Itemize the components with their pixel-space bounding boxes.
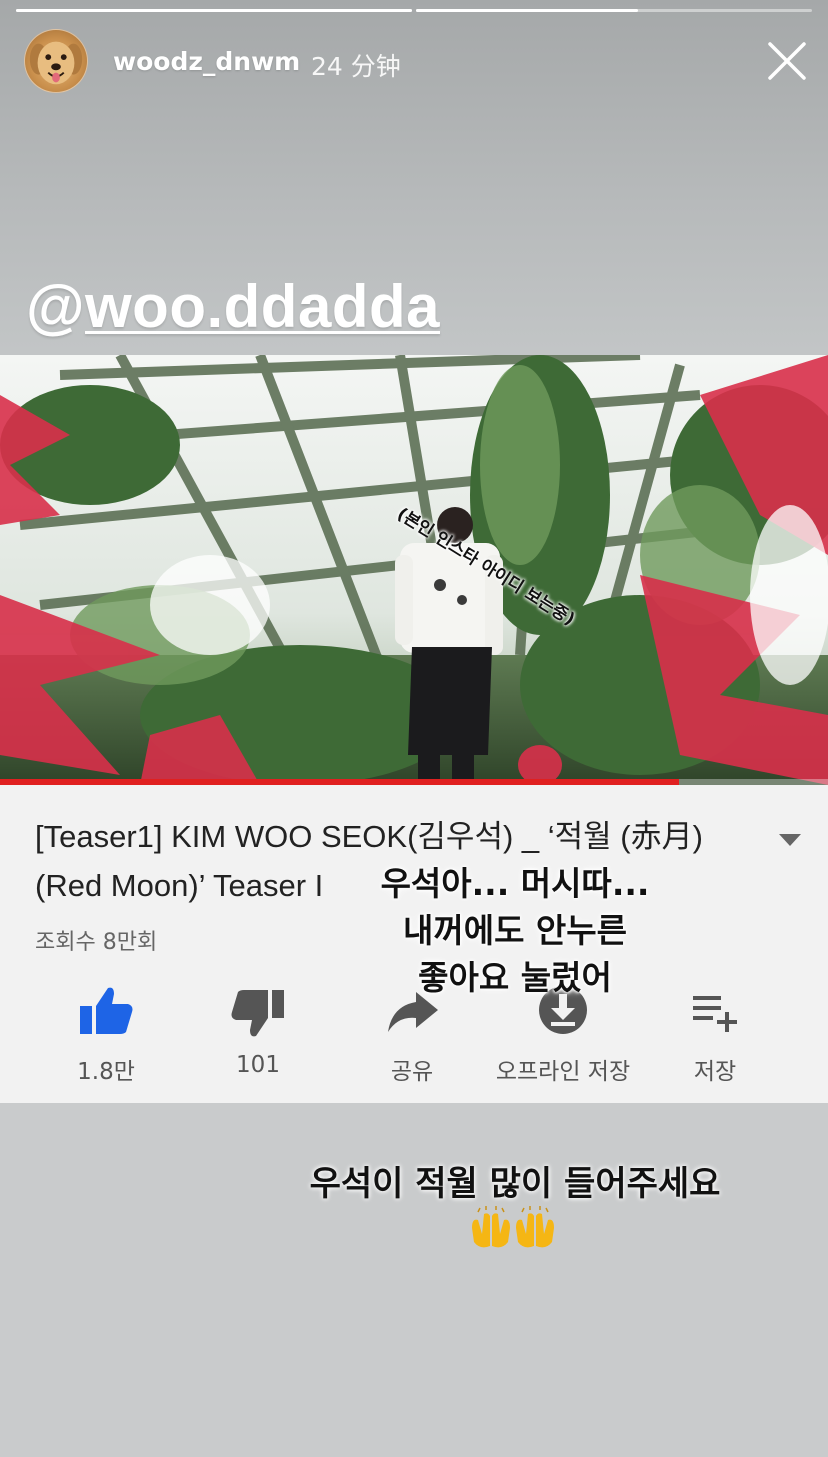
like-button[interactable]: 1.8만 [36,984,176,1086]
caption-line-1: 우석아... 머시따... [380,864,650,903]
story-progress-segment-1 [16,9,412,12]
mention-at-symbol: @ [26,273,86,340]
dislike-count: 101 [236,1052,280,1078]
chevron-down-icon[interactable] [778,832,802,846]
close-icon[interactable] [766,40,808,82]
thumbs-up-icon [80,987,133,1034]
offline-save-label: 오프라인 저장 [495,1059,631,1085]
avatar[interactable] [24,29,88,93]
like-count: 1.8만 [77,1059,135,1085]
story-timestamp: 24 分钟 [311,52,401,81]
save-to-playlist-button[interactable]: 저장 [645,984,785,1086]
story-progress-fill-1 [16,9,412,12]
thumbs-down-icon [231,990,284,1037]
bottom-caption: 우석이 적월 많이 들어주세요 [309,1164,721,1204]
caption-line-3: 좋아요 눌렀어 [418,958,612,997]
share-label: 공유 [390,1059,434,1085]
story-progress-fill-2 [416,9,638,12]
caption-line-2: 내꺼에도 안누른 [402,911,627,950]
view-count: 조회수 8만회 [35,930,158,955]
video-scene-image [0,355,828,785]
raising-hands-icon [472,1206,510,1248]
dislike-button[interactable]: 101 [188,984,328,1078]
story-progress-segment-2 [416,9,812,12]
story-username[interactable]: woodz_dnwm [113,47,300,76]
story-caption: 우석아... 머시따... 내꺼에도 안누른 좋아요 눌렀어 [370,860,660,1001]
dog-avatar-icon [29,41,83,85]
save-label: 저장 [693,1059,737,1085]
add-to-playlist-icon [693,996,737,1032]
raising-hands-icon [516,1206,554,1248]
video-thumbnail[interactable] [0,355,828,785]
mention-sticker[interactable]: @woo.ddadda [26,272,440,341]
mention-handle: woo.ddadda [85,273,440,340]
